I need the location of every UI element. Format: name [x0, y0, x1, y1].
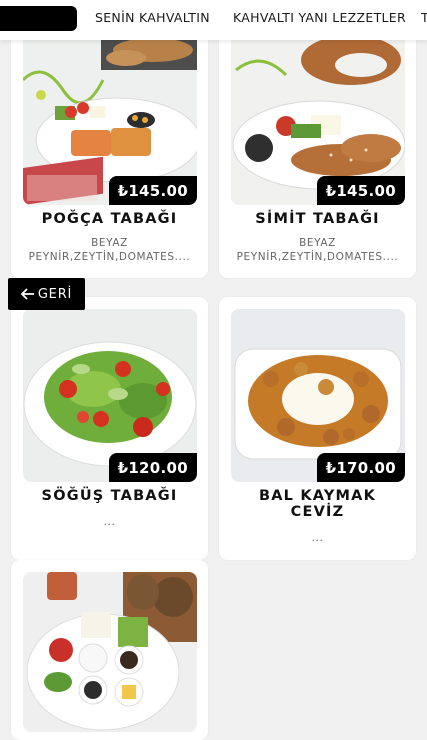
product-description-line2: PEYNİR,ZEYTİN,DOMATES....	[236, 251, 399, 263]
product-description-line2: PEYNİR,ZEYTİN,DOMATES....	[28, 251, 191, 263]
product-description: ...	[311, 532, 324, 544]
product-image: ₺170.00	[231, 309, 405, 482]
product-image: ₺145.00	[231, 20, 405, 205]
product-title: SİMİT TABAĞI	[255, 211, 380, 227]
product-card-bal-kaymak[interactable]: ₺170.00 BAL KAYMAK CEVİZ ...	[219, 297, 416, 560]
product-description-line1: BEYAZ	[299, 237, 336, 249]
product-card-kahvalti[interactable]	[11, 560, 208, 740]
kahvalti-plate-photo	[23, 572, 197, 732]
product-description-line1: BEYAZ	[91, 237, 128, 249]
back-button[interactable]: GERİ	[8, 278, 85, 310]
product-title: BAL KAYMAK	[258, 488, 377, 504]
back-button-label: GERİ	[37, 286, 73, 302]
product-image: ₺145.00	[23, 20, 197, 205]
product-image: ₺120.00	[23, 309, 197, 482]
tab-kahvalti-yani-lezzetler[interactable]: KAHVALTI YANI LEZZETLER	[233, 10, 406, 25]
product-image	[23, 572, 197, 732]
tab-next-category[interactable]: T	[421, 10, 427, 25]
product-description: ...	[103, 516, 116, 528]
product-title: SÖĞÜŞ TABAĞI	[41, 488, 178, 504]
product-title: POĞÇA TABAĞI	[41, 211, 178, 227]
price-badge: ₺145.00	[316, 176, 405, 205]
category-nav: SENİN KAHVALTIN KAHVALTI YANI LEZZETLER …	[0, 0, 427, 40]
price-badge: ₺120.00	[108, 453, 197, 482]
product-card-sogus[interactable]: ₺120.00 SÖĞÜŞ TABAĞI ...	[11, 297, 208, 560]
product-title-line2: CEVİZ	[290, 504, 345, 520]
arrow-left-icon	[20, 288, 35, 300]
price-badge: ₺145.00	[108, 176, 197, 205]
product-card-simit[interactable]: ₺145.00 SİMİT TABAĞI BEYAZ PEYNİR,ZEYTİN…	[219, 20, 416, 278]
logo-placeholder[interactable]	[0, 6, 77, 31]
tab-senin-kahvaltin[interactable]: SENİN KAHVALTIN	[95, 10, 210, 25]
price-badge: ₺170.00	[316, 453, 405, 482]
product-card-pogca[interactable]: ₺145.00 POĞÇA TABAĞI BEYAZ PEYNİR,ZEYTİN…	[11, 20, 208, 278]
